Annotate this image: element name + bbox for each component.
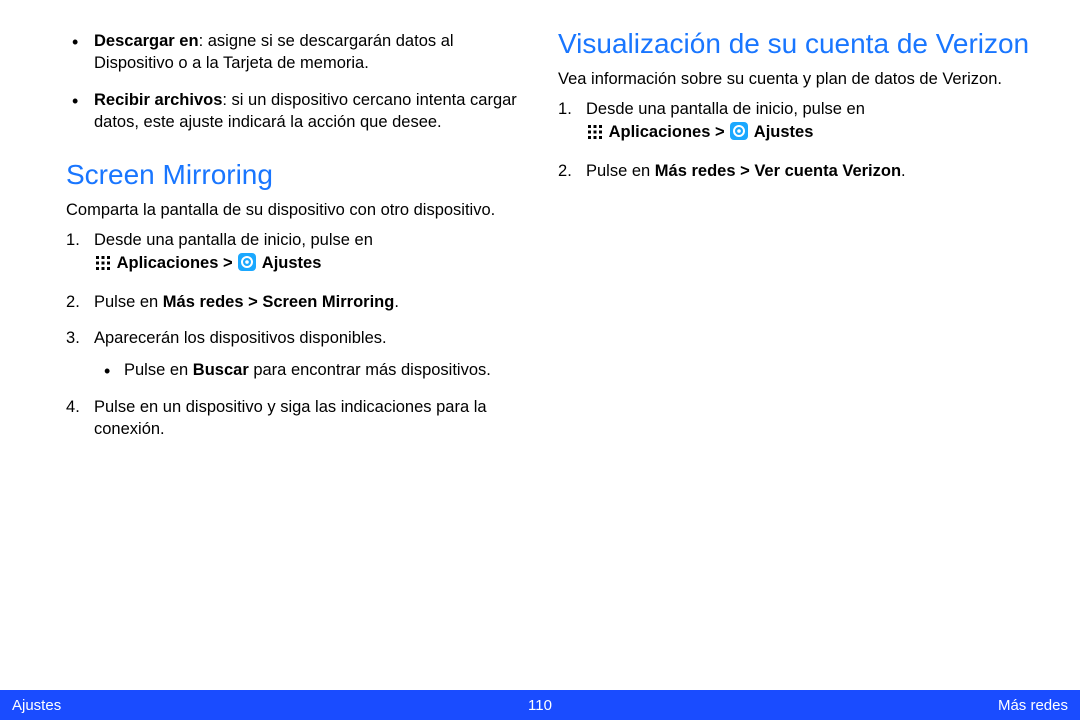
section-description: Vea información sobre su cuenta y plan d… bbox=[558, 68, 1042, 90]
step-text: Desde una pantalla de inicio, pulse en bbox=[586, 100, 865, 118]
footer-left: Ajustes bbox=[12, 697, 61, 714]
bullet-title: Descargar en bbox=[94, 32, 199, 50]
bullet-descargar: Descargar en: asigne si se descargarán d… bbox=[94, 30, 522, 75]
step-sub-bullets: Pulse en Buscar para encontrar más dispo… bbox=[94, 359, 522, 381]
steps-list: Desde una pantalla de inicio, pulse en A… bbox=[558, 98, 1042, 182]
step-text: Aparecerán los dispositivos disponibles. bbox=[94, 329, 387, 347]
page-number: 110 bbox=[528, 697, 552, 714]
apps-grid-icon bbox=[587, 124, 603, 146]
apps-label: Aplicaciones > bbox=[117, 254, 238, 272]
step-4: Pulse en un dispositivo y siga las indic… bbox=[66, 396, 522, 441]
step-text: Pulse en bbox=[586, 162, 655, 180]
manual-page: Descargar en: asigne si se descargarán d… bbox=[0, 0, 1080, 720]
bullet-title: Recibir archivos bbox=[94, 91, 222, 109]
sub-bullet-bold: Buscar bbox=[193, 361, 249, 379]
step-2: Pulse en Más redes > Screen Mirroring. bbox=[66, 291, 522, 313]
sub-bullet: Pulse en Buscar para encontrar más dispo… bbox=[124, 359, 522, 381]
section-heading-verizon: Visualización de su cuenta de Verizon bbox=[558, 28, 1042, 60]
apps-grid-icon bbox=[95, 255, 111, 277]
step-bold: Más redes > Screen Mirroring bbox=[163, 293, 395, 311]
bullet-recibir: Recibir archivos: si un dispositivo cerc… bbox=[94, 89, 522, 134]
sub-bullet-post: para encontrar más dispositivos. bbox=[249, 361, 491, 379]
settings-gear-icon bbox=[730, 122, 748, 140]
step-text: Pulse en bbox=[94, 293, 163, 311]
step-text-post: . bbox=[394, 293, 399, 311]
step-text: Pulse en un dispositivo y siga las indic… bbox=[94, 398, 487, 438]
section-heading-screen-mirroring: Screen Mirroring bbox=[38, 159, 522, 191]
step-1: Desde una pantalla de inicio, pulse en A… bbox=[66, 229, 522, 277]
sub-bullet-pre: Pulse en bbox=[124, 361, 193, 379]
two-column-layout: Descargar en: asigne si se descargarán d… bbox=[38, 28, 1042, 454]
feature-bullets: Descargar en: asigne si se descargarán d… bbox=[38, 30, 522, 133]
step-text-post: . bbox=[901, 162, 906, 180]
footer-right: Más redes bbox=[998, 697, 1068, 714]
step-bold: Más redes > Ver cuenta Verizon bbox=[655, 162, 901, 180]
section-description: Comparta la pantalla de su dispositivo c… bbox=[38, 199, 522, 221]
left-column: Descargar en: asigne si se descargarán d… bbox=[38, 28, 522, 454]
ajustes-label: Ajustes bbox=[754, 123, 814, 141]
page-footer: Ajustes 110 Más redes bbox=[0, 690, 1080, 720]
apps-label: Aplicaciones > bbox=[609, 123, 730, 141]
step-1: Desde una pantalla de inicio, pulse en A… bbox=[558, 98, 1042, 146]
settings-gear-icon bbox=[238, 253, 256, 271]
step-3: Aparecerán los dispositivos disponibles.… bbox=[66, 327, 522, 382]
ajustes-label: Ajustes bbox=[262, 254, 322, 272]
steps-list: Desde una pantalla de inicio, pulse en A… bbox=[38, 229, 522, 440]
right-column: Visualización de su cuenta de Verizon Ve… bbox=[558, 28, 1042, 454]
step-text: Desde una pantalla de inicio, pulse en bbox=[94, 231, 373, 249]
step-2: Pulse en Más redes > Ver cuenta Verizon. bbox=[558, 160, 1042, 182]
